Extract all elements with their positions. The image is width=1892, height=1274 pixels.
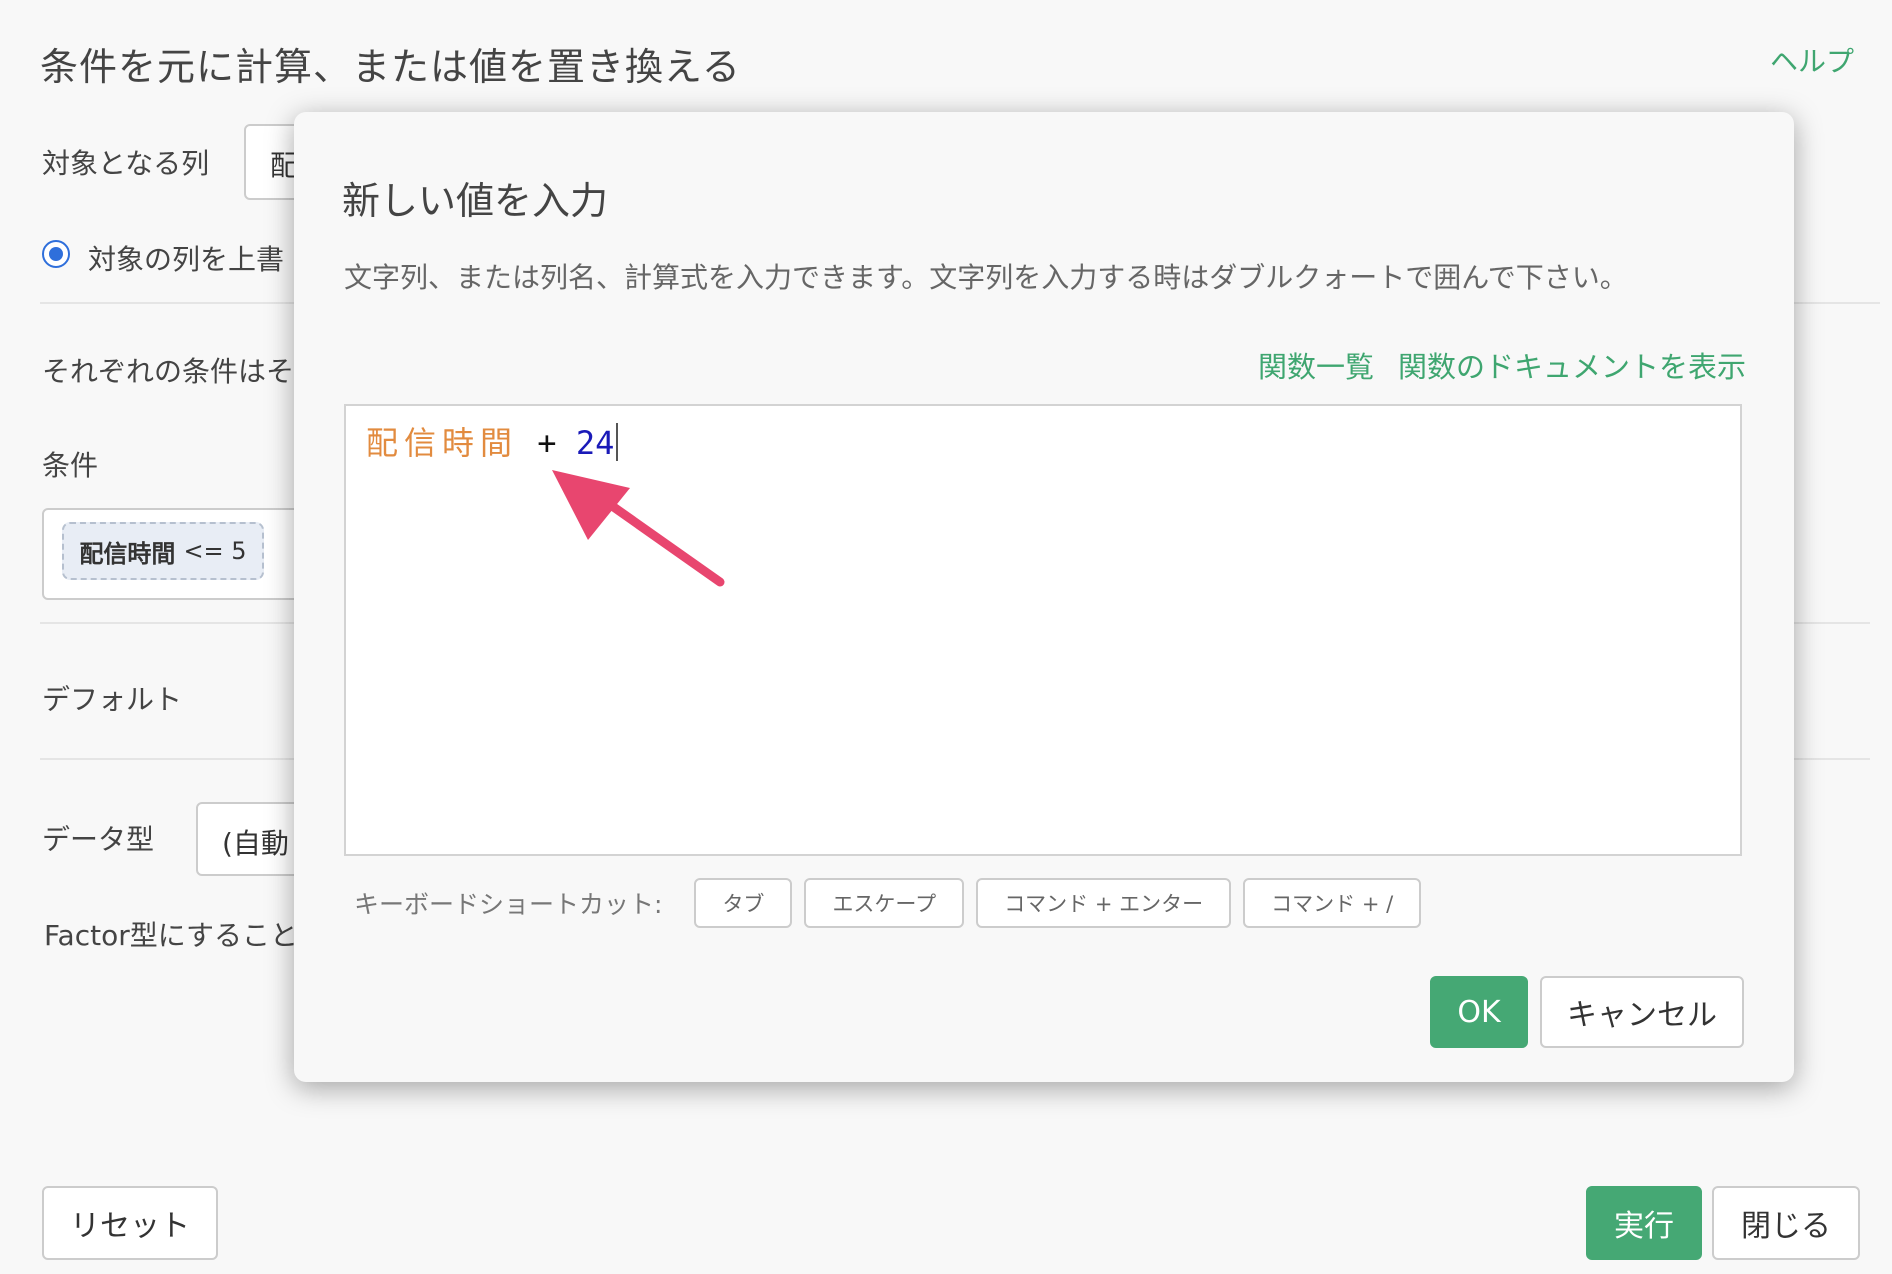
code-token-number: 24 [575, 424, 615, 462]
shortcut-key-tab: タブ [694, 878, 793, 928]
target-column-label: 対象となる列 [42, 147, 210, 180]
overwrite-radio-label: 対象の列を上書 [88, 243, 285, 276]
shortcut-key-command-enter: コマンド + エンター [976, 878, 1232, 928]
keyboard-shortcuts: キーボードショートカット: タブ エスケープ コマンド + エンター コマンド … [354, 878, 1422, 928]
page-title: 条件を元に計算、または値を置き換える [40, 45, 741, 89]
shortcut-key-escape: エスケープ [804, 878, 965, 928]
code-line: 配信時間 + 24 [366, 418, 619, 464]
condition-chip-column: 配信時間 [79, 539, 176, 568]
data-type-label: データ型 [42, 823, 155, 856]
text-caret [616, 423, 619, 461]
function-list-link[interactable]: 関数一覧 [1258, 344, 1374, 386]
condition-chip-operator: <= 5 [183, 537, 247, 565]
new-value-modal: 新しい値を入力 文字列、または列名、計算式を入力できます。文字列を入力する時はダ… [294, 112, 1794, 1082]
modal-description: 文字列、または列名、計算式を入力できます。文字列を入力する時はダブルクォートで囲… [344, 261, 1628, 294]
ok-button[interactable]: OK [1430, 976, 1528, 1048]
help-link[interactable]: ヘルプ [1770, 40, 1854, 80]
close-button[interactable]: 閉じる [1712, 1186, 1860, 1260]
modal-title: 新しい値を入力 [342, 179, 609, 223]
annotation-arrow-icon [552, 470, 725, 587]
modal-links: 関数一覧 関数のドキュメントを表示 [1258, 344, 1746, 386]
run-button[interactable]: 実行 [1586, 1186, 1702, 1260]
conditions-instruction: それぞれの条件はそ [42, 355, 295, 388]
factor-note: Factor型にすること [44, 919, 298, 952]
condition-chip[interactable]: 配信時間 <= 5 [62, 522, 264, 580]
code-token-operator: + [537, 424, 557, 462]
default-label: デフォルト [42, 683, 183, 716]
shortcut-key-command-slash: コマンド + / [1243, 878, 1422, 928]
code-token-column: 配信時間 [366, 424, 519, 462]
overwrite-radio[interactable] [42, 240, 70, 268]
cancel-button[interactable]: キャンセル [1540, 976, 1744, 1048]
reset-button[interactable]: リセット [42, 1186, 218, 1260]
condition-label: 条件 [42, 449, 99, 482]
shortcuts-label: キーボードショートカット: [354, 890, 663, 919]
function-docs-link[interactable]: 関数のドキュメントを表示 [1398, 344, 1746, 386]
